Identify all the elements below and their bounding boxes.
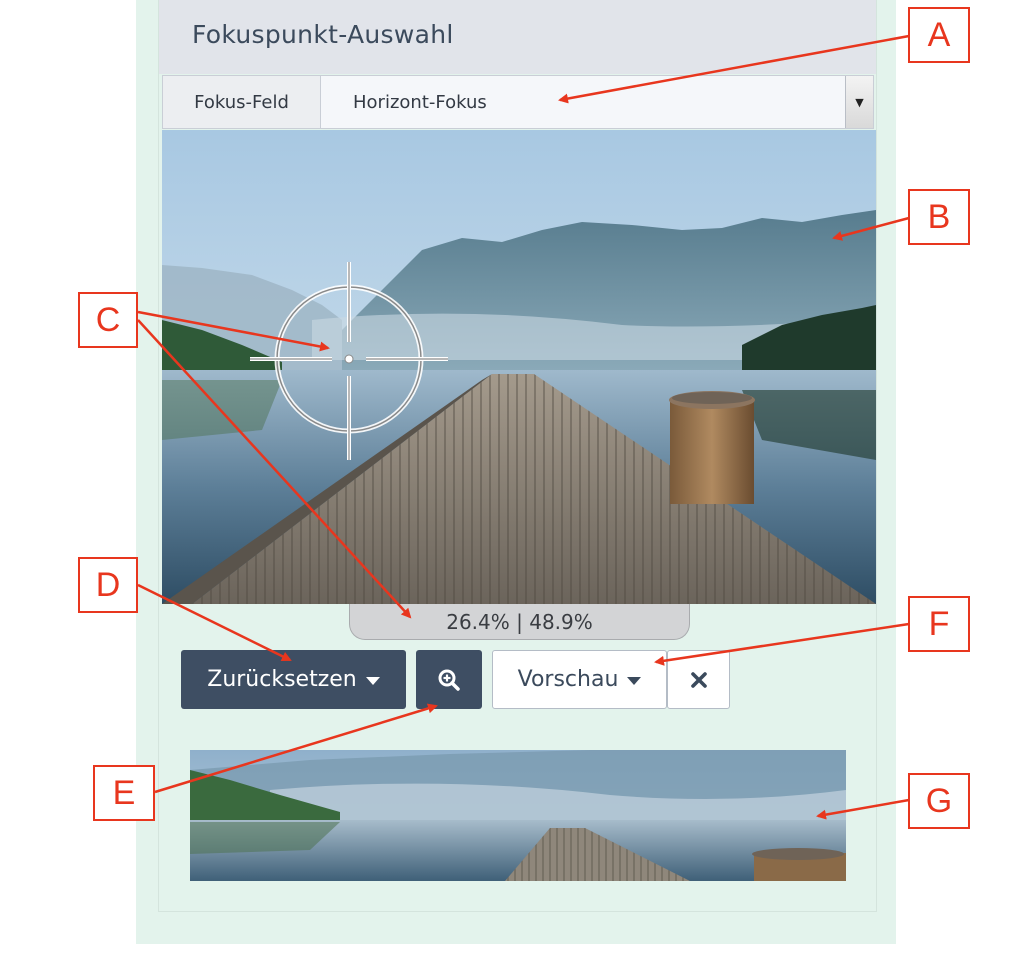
focus-coordinates-readout: 26.4% | 48.9%	[349, 604, 690, 640]
crop-preview-image	[190, 750, 846, 881]
close-icon	[690, 671, 707, 688]
close-preview-button[interactable]	[667, 650, 730, 709]
callout-e: E	[93, 765, 155, 821]
preview-dropdown-button[interactable]: Vorschau	[492, 650, 667, 709]
zoom-in-icon	[438, 669, 460, 691]
focus-field-select[interactable]: Fokus-Feld Horizont-Fokus ▼	[162, 75, 874, 129]
caret-down-icon	[627, 676, 642, 685]
panel-title: Fokuspunkt-Auswahl	[192, 20, 454, 49]
focus-field-selected-value[interactable]: Horizont-Fokus	[321, 76, 845, 128]
chevron-down-icon[interactable]: ▼	[845, 76, 873, 128]
focus-crosshair[interactable]	[250, 262, 448, 460]
callout-b: B	[908, 189, 970, 245]
callout-f: F	[908, 596, 970, 652]
caret-down-icon	[365, 676, 380, 685]
focus-field-addon-label: Fokus-Feld	[163, 76, 321, 128]
callout-a: A	[908, 7, 970, 63]
preview-photo	[190, 750, 846, 881]
screen: Fokuspunkt-Auswahl Fokus-Feld Horizont-F…	[0, 0, 1024, 970]
reset-button-label: Zurücksetzen	[207, 667, 357, 692]
callout-d: D	[78, 557, 138, 613]
callout-c: C	[78, 292, 138, 348]
callout-g: G	[908, 773, 970, 829]
zoom-button[interactable]	[416, 650, 482, 709]
crosshair-icon	[250, 262, 448, 460]
reset-dropdown-button[interactable]: Zurücksetzen	[181, 650, 406, 709]
preview-button-label: Vorschau	[517, 667, 619, 692]
